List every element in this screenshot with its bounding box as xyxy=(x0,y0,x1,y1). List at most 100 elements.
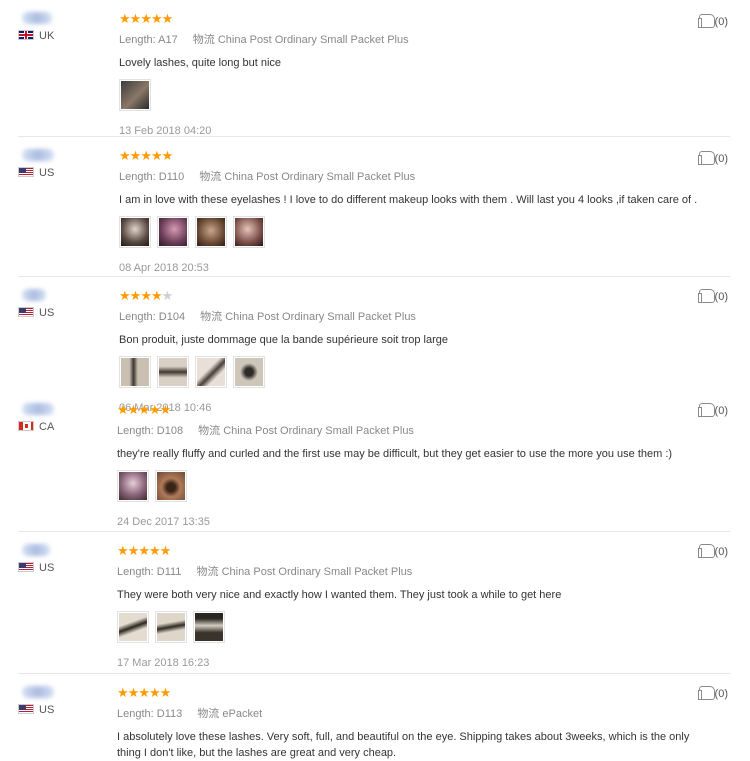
star-empty-icon: ★ xyxy=(161,288,174,303)
helpful-button[interactable]: (0) xyxy=(697,14,728,28)
review-photo[interactable] xyxy=(155,611,187,643)
helpful-button[interactable]: (0) xyxy=(697,289,728,303)
username-blurred xyxy=(22,686,54,698)
length-label: Length: xyxy=(119,311,156,323)
star-filled-icon: ★ xyxy=(159,685,172,700)
review-text: Bon produit, juste dommage que la bande … xyxy=(119,334,448,346)
review-photo[interactable] xyxy=(117,611,149,643)
country: CA xyxy=(18,421,54,433)
star-filled-icon: ★ xyxy=(119,11,131,26)
country-code: UK xyxy=(39,30,55,42)
length-value: D113 xyxy=(156,708,183,720)
review-text: they're really fluffy and curled and the… xyxy=(117,448,673,460)
review-photo[interactable] xyxy=(119,79,151,111)
country-code: US xyxy=(39,167,55,179)
country: US xyxy=(18,167,54,179)
shipping-label: 物流 xyxy=(199,171,222,183)
star-rating: ★★★★★ xyxy=(119,149,710,163)
us-flag-icon xyxy=(18,562,34,572)
country-code: US xyxy=(39,307,55,319)
review-item: US ★★★★★ Length: D111 物流 China Post Ordi… xyxy=(0,532,750,673)
star-filled-icon: ★ xyxy=(148,402,161,417)
review-date: 24 Dec 2017 13:35 xyxy=(117,516,210,528)
star-filled-icon: ★ xyxy=(150,11,163,26)
review-photo[interactable] xyxy=(233,356,265,388)
review-photo[interactable] xyxy=(119,216,151,248)
helpful-button[interactable]: (0) xyxy=(697,403,728,417)
review-meta: Length: D111 物流 China Post Ordinary Smal… xyxy=(117,563,710,579)
star-filled-icon: ★ xyxy=(117,685,129,700)
star-filled-icon: ★ xyxy=(119,148,131,163)
review-meta: Length: A17 物流 China Post Ordinary Small… xyxy=(119,31,710,47)
star-filled-icon: ★ xyxy=(119,288,131,303)
review-photo[interactable] xyxy=(193,611,225,643)
review-photo[interactable] xyxy=(155,470,187,502)
us-flag-icon xyxy=(18,167,34,177)
star-rating: ★★★★★ xyxy=(117,544,710,558)
shipping-method: China Post Ordinary Small Packet Plus xyxy=(217,34,409,46)
review-text: I am in love with these eyelashes ! I lo… xyxy=(119,194,698,206)
star-filled-icon: ★ xyxy=(138,402,150,417)
review-text: I absolutely love these lashes. Very sof… xyxy=(117,731,690,759)
username-blurred xyxy=(22,403,54,415)
length-value: D108 xyxy=(156,425,184,437)
helpful-count: (0) xyxy=(714,546,728,558)
review-photo[interactable] xyxy=(195,216,227,248)
shipping-label: 物流 xyxy=(198,425,221,437)
thumbs-up-icon xyxy=(697,403,715,417)
review-photo[interactable] xyxy=(195,356,227,388)
star-filled-icon: ★ xyxy=(150,148,163,163)
star-filled-icon: ★ xyxy=(129,148,142,163)
helpful-button[interactable]: (0) xyxy=(697,544,728,558)
thumbs-up-icon xyxy=(697,151,715,165)
star-filled-icon: ★ xyxy=(159,543,172,558)
helpful-button[interactable]: (0) xyxy=(697,686,728,700)
star-filled-icon: ★ xyxy=(148,543,161,558)
country: US xyxy=(18,704,54,716)
username-blurred xyxy=(22,544,50,556)
length-value: D111 xyxy=(156,566,182,578)
length-label: Length: xyxy=(117,566,154,578)
star-filled-icon: ★ xyxy=(140,11,152,26)
shipping-method: China Post Ordinary Small Packet Plus xyxy=(221,566,413,578)
username-blurred xyxy=(22,289,46,301)
review-photo[interactable] xyxy=(157,216,189,248)
review-photo[interactable] xyxy=(233,216,265,248)
shipping-method: China Post Ordinary Small Packet Plus xyxy=(224,171,416,183)
star-rating: ★★★★★ xyxy=(119,12,710,26)
star-rating: ★★★★★ xyxy=(117,403,710,417)
thumbs-up-icon xyxy=(697,544,715,558)
star-rating: ★★★★★ xyxy=(117,686,714,700)
country: UK xyxy=(18,30,54,42)
length-label: Length: xyxy=(119,34,156,46)
review-text: Lovely lashes, quite long but nice xyxy=(119,57,282,69)
review-item: UK ★★★★★ Length: A17 物流 China Post Ordin… xyxy=(0,0,750,137)
review-photo[interactable] xyxy=(117,470,149,502)
star-filled-icon: ★ xyxy=(129,288,142,303)
review-photos xyxy=(117,470,710,506)
us-flag-icon xyxy=(18,704,34,714)
shipping-method: China Post Ordinary Small Packet Plus xyxy=(223,425,414,437)
star-filled-icon: ★ xyxy=(117,543,129,558)
thumbs-up-icon xyxy=(697,14,715,28)
star-filled-icon: ★ xyxy=(148,685,161,700)
length-label: Length: xyxy=(117,708,154,720)
length-label: Length: xyxy=(117,425,154,437)
star-filled-icon: ★ xyxy=(127,685,140,700)
star-filled-icon: ★ xyxy=(161,11,174,26)
review-meta: Length: D110 物流 China Post Ordinary Smal… xyxy=(119,168,710,184)
review-photo[interactable] xyxy=(119,356,151,388)
country-code: CA xyxy=(39,421,55,433)
star-filled-icon: ★ xyxy=(138,685,150,700)
helpful-button[interactable]: (0) xyxy=(697,151,728,165)
review-photo[interactable] xyxy=(157,356,189,388)
star-filled-icon: ★ xyxy=(140,288,152,303)
review-item: US ★★★★★ Length: D110 物流 China Post Ordi… xyxy=(0,137,750,276)
ca-flag-icon xyxy=(18,421,34,431)
helpful-count: (0) xyxy=(714,291,728,303)
review-item: US ★★★★★ Length: D113 物流 ePacket I absol… xyxy=(0,674,750,759)
review-text: They were both very nice and exactly how… xyxy=(117,589,562,601)
username-blurred xyxy=(22,149,54,161)
review-item: CA ★★★★★ Length: D108 物流 China Post Ordi… xyxy=(0,391,750,531)
helpful-count: (0) xyxy=(714,688,728,700)
